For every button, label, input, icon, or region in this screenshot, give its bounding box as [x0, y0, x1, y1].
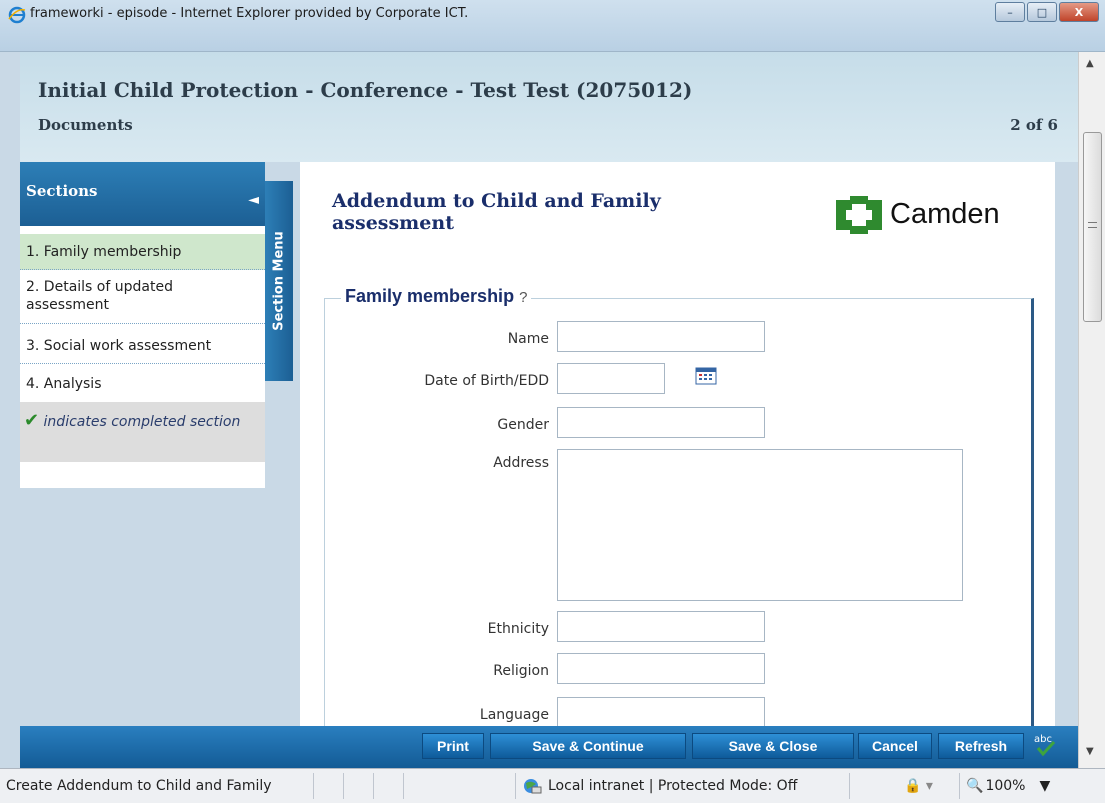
save-continue-button[interactable]: Save & Continue [490, 733, 686, 759]
security-zone[interactable]: Local intranet | Protected Mode: Off [518, 773, 850, 799]
page-header: Initial Child Protection - Conference - … [20, 52, 1078, 162]
religion-input[interactable] [557, 653, 765, 684]
section-menu-label: Section Menu [271, 231, 287, 331]
camden-logo: Camden [830, 192, 1050, 240]
sidebar-heading: Sections [26, 182, 98, 200]
legend-text: indicates completed section [43, 414, 241, 430]
name-input[interactable] [557, 321, 765, 352]
cancel-button[interactable]: Cancel [858, 733, 932, 759]
sidebar-item-label: 4. Analysis [26, 376, 102, 392]
sidebar-header: Sections ◄ [20, 162, 265, 226]
vertical-scrollbar[interactable]: ▲ ▼ [1078, 52, 1105, 768]
refresh-button[interactable]: Refresh [938, 733, 1024, 759]
internet-explorer-icon [8, 6, 26, 24]
protection-icon[interactable]: 🔒 ▾ [900, 773, 960, 799]
document-title: Addendum to Child and Family assessment [332, 190, 661, 234]
save-close-button[interactable]: Save & Close [692, 733, 854, 759]
camden-logo-mark-icon [836, 196, 882, 234]
sidebar-item-label: 3. Social work assessment [26, 338, 212, 354]
intranet-globe-icon [524, 779, 542, 794]
minimize-button[interactable]: – [995, 2, 1025, 22]
spellcheck-icon[interactable]: abc [1030, 730, 1060, 760]
maximize-button[interactable]: □ [1027, 2, 1057, 22]
window-controls: – □ X [995, 2, 1099, 22]
window-titlebar: frameworki - episode - Internet Explorer… [0, 0, 1105, 52]
security-zone-label: Local intranet | Protected Mode: Off [548, 778, 798, 794]
page-counter: 2 of 6 [1010, 116, 1058, 134]
scrollbar-grip-icon [1088, 222, 1097, 228]
print-button[interactable]: Print [422, 733, 484, 759]
page-subtitle: Documents [38, 116, 133, 134]
address-textarea[interactable] [557, 449, 963, 601]
religion-label: Religion [493, 663, 549, 679]
scroll-up-arrow-icon[interactable]: ▲ [1086, 58, 1094, 69]
scroll-down-arrow-icon[interactable]: ▼ [1086, 746, 1094, 757]
sidebar-item-social-work-assessment[interactable]: 3. Social work assessment [20, 328, 265, 364]
language-input[interactable] [557, 697, 765, 726]
section-menu-tab[interactable]: Section Menu [265, 181, 293, 381]
dob-label: Date of Birth/EDD [424, 373, 549, 389]
status-bar: Create Addendum to Child and Family Loca… [0, 768, 1105, 803]
status-message: Create Addendum to Child and Family [2, 773, 314, 799]
gender-input[interactable] [557, 407, 765, 438]
completed-section-legend: ✔ indicates completed section [20, 402, 265, 462]
status-empty-cell [406, 773, 516, 799]
status-empty-cell [316, 773, 344, 799]
collapse-arrow-icon[interactable]: ◄ [248, 192, 259, 208]
section-title: Family membership ? [341, 286, 532, 307]
checkmark-icon: ✔ [24, 410, 40, 431]
sidebar-item-family-membership[interactable]: 1. Family membership [20, 234, 265, 270]
ethnicity-input[interactable] [557, 611, 765, 642]
chevron-down-icon: ▼ [1039, 778, 1051, 794]
sections-sidebar: Sections ◄ 1. Family membership 2. Detai… [20, 162, 265, 488]
language-label: Language [479, 707, 549, 723]
status-empty-cell [376, 773, 404, 799]
zoom-control[interactable]: 🔍 100% ▼ [962, 773, 1102, 799]
zoom-level: 100% [985, 778, 1026, 794]
family-membership-fieldset: Family membership ? Name Date of Birth/E… [324, 286, 1034, 726]
spellcheck-label: abc [1034, 734, 1052, 745]
gender-label: Gender [497, 417, 549, 433]
action-toolbar: Print Save & Continue Save & Close Cance… [20, 726, 1078, 768]
camden-logo-text: Camden [890, 198, 1000, 230]
status-empty-cell [346, 773, 374, 799]
close-button[interactable]: X [1059, 2, 1099, 22]
sidebar-item-label: 1. Family membership [26, 244, 182, 260]
section-title-text: Family membership [345, 286, 515, 306]
document-panel: Addendum to Child and Family assessment … [300, 162, 1055, 726]
sidebar-item-label: 2. Details of updated assessment [26, 279, 173, 313]
name-label: Name [507, 331, 549, 347]
calendar-icon[interactable] [695, 367, 717, 385]
help-icon[interactable]: ? [519, 289, 527, 306]
ethnicity-label: Ethnicity [487, 621, 549, 637]
sidebar-item-analysis[interactable]: 4. Analysis [20, 368, 265, 400]
address-label: Address [493, 455, 549, 471]
dob-input[interactable] [557, 363, 665, 394]
page-title: Initial Child Protection - Conference - … [38, 78, 693, 102]
window-title: frameworki - episode - Internet Explorer… [30, 6, 469, 21]
zoom-icon: 🔍 [966, 778, 984, 794]
sidebar-item-details-of-updated-assessment[interactable]: 2. Details of updated assessment [20, 272, 265, 324]
